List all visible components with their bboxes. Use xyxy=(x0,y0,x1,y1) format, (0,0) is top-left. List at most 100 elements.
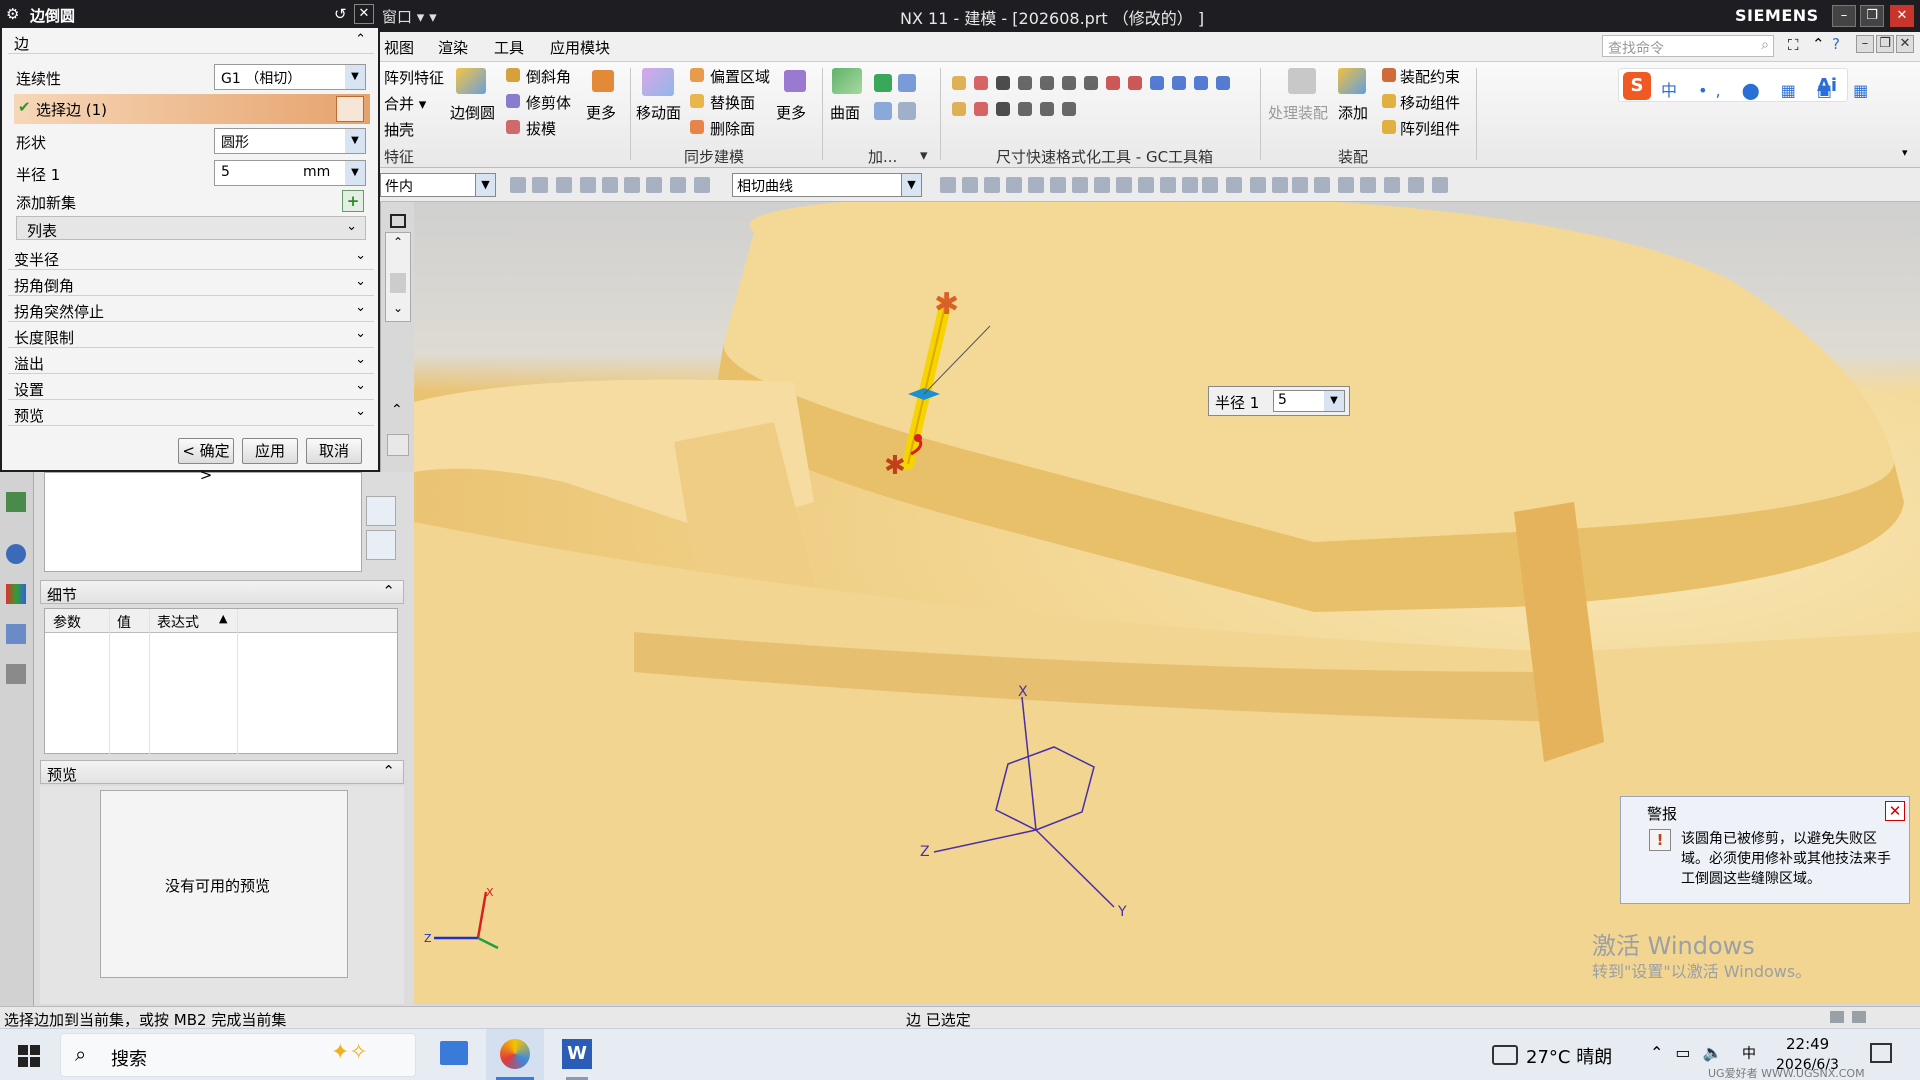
system-materials-icon[interactable] xyxy=(6,664,26,684)
analysis-icon[interactable] xyxy=(898,74,916,92)
toolbar-tool-icon[interactable] xyxy=(1006,177,1022,193)
menu-tools[interactable]: 工具 xyxy=(494,37,524,58)
menu-render[interactable]: 渲染 xyxy=(438,37,468,58)
gc-tool-icon[interactable] xyxy=(1172,76,1186,90)
toolbar-tool-icon[interactable] xyxy=(532,177,548,193)
gc-tool-icon[interactable] xyxy=(1062,102,1076,116)
toolbar-tool-icon[interactable] xyxy=(1182,177,1198,193)
chamfer-button[interactable]: 倒斜角 xyxy=(526,66,571,87)
offset-region-button[interactable]: 偏置区域 xyxy=(710,66,770,87)
toolbar-tool-icon[interactable] xyxy=(1338,177,1354,193)
help-icon[interactable]: ? xyxy=(1832,35,1840,53)
edge-start-marker[interactable]: ✱ xyxy=(884,451,906,481)
maximize-panel-icon[interactable] xyxy=(390,214,406,228)
toolbar-tool-icon[interactable] xyxy=(1050,177,1066,193)
search-icon[interactable]: ⌕ xyxy=(1761,37,1769,53)
panel-search-icon[interactable] xyxy=(387,434,409,456)
toolbar-tool-icon[interactable] xyxy=(556,177,572,193)
inner-close-button[interactable]: ✕ xyxy=(1896,35,1914,53)
array-feature-button[interactable]: 阵列特征 xyxy=(384,67,444,88)
toolbar-tool-icon[interactable] xyxy=(1272,177,1288,193)
app-icon-nx[interactable] xyxy=(486,1029,544,1080)
clock-time[interactable]: 22:49 xyxy=(1786,1035,1829,1053)
expand-chevron-icon[interactable]: ⌄ xyxy=(355,404,366,419)
toolbar-tool-icon[interactable] xyxy=(1028,177,1044,193)
command-search-input[interactable]: 查找命令 ⌕ xyxy=(1602,35,1774,57)
ime-status-icons[interactable]: 中 •, ⬤ ▦ ▣ ▦ xyxy=(1661,77,1876,101)
start-button[interactable] xyxy=(18,1045,40,1067)
gc-tool-icon[interactable] xyxy=(1150,76,1164,90)
toolbar-tool-icon[interactable] xyxy=(1250,177,1266,193)
cancel-button[interactable]: 取消 xyxy=(306,438,362,464)
palette-icon[interactable] xyxy=(6,584,26,604)
unite-button[interactable]: 合并 ▾ xyxy=(384,93,426,114)
scroll-down-icon[interactable]: ⌄ xyxy=(393,301,403,315)
chevron-down-icon[interactable]: ⌄ xyxy=(346,219,357,234)
quick-access-window-menu[interactable]: 窗口 ▾ ▾ xyxy=(382,6,437,27)
weather-icon[interactable] xyxy=(1492,1045,1518,1065)
dialog-title-bar[interactable]: ⚙ 边倒圆 ↺ ✕ xyxy=(2,2,378,28)
expand-chevron-icon[interactable]: ⌄ xyxy=(355,300,366,315)
toolbar-tool-icon[interactable] xyxy=(1360,177,1376,193)
toolbar-tool-icon[interactable] xyxy=(940,177,956,193)
add-component-button[interactable]: 添加 xyxy=(1338,102,1368,123)
details-panel-header[interactable]: 细节 ⌃ xyxy=(40,580,404,604)
scroll-up-icon[interactable]: ⌃ xyxy=(393,235,403,249)
expand-chevron-icon[interactable]: ⌄ xyxy=(355,274,366,289)
surface-tool2-icon[interactable] xyxy=(898,102,916,120)
gc-tool-icon[interactable] xyxy=(996,102,1010,116)
radius-callout[interactable]: 半径 1 5 ▼ xyxy=(1208,386,1350,416)
gc-tool-icon[interactable] xyxy=(974,102,988,116)
section-collapsed-header[interactable]: 拐角倒角 ⌄ xyxy=(8,272,374,296)
status-icon[interactable] xyxy=(1852,1011,1866,1023)
inner-minimize-button[interactable]: – xyxy=(1856,35,1874,53)
delete-face-button[interactable]: 删除面 xyxy=(710,118,755,139)
collapse-chevron-icon[interactable]: ⌃ xyxy=(355,32,366,47)
menu-view[interactable]: 视图 xyxy=(384,37,414,58)
toolbar-tool-icon[interactable] xyxy=(1292,177,1308,193)
expand-chevron-icon[interactable]: ⌄ xyxy=(355,326,366,341)
col-value[interactable]: 值 xyxy=(117,612,131,632)
assembly-constraint-button[interactable]: 装配约束 xyxy=(1400,66,1460,87)
chevron-down-icon[interactable]: ▼ xyxy=(345,161,365,185)
gc-tool-icon[interactable] xyxy=(1062,76,1076,90)
dialog-close-icon[interactable]: ✕ xyxy=(354,4,374,24)
add-set-icon[interactable]: + xyxy=(342,190,364,212)
toolbar-tool-icon[interactable] xyxy=(1314,177,1330,193)
app-icon-explorer[interactable] xyxy=(440,1041,468,1065)
app-icon-word[interactable]: W xyxy=(562,1039,592,1069)
toolbar-tool-icon[interactable] xyxy=(1116,177,1132,193)
status-icon[interactable] xyxy=(1830,1011,1844,1023)
selection-scope-combo[interactable]: 件内 ▼ xyxy=(380,173,496,197)
gear-icon[interactable]: ⚙ xyxy=(6,5,19,23)
sync-more-button[interactable]: 更多 xyxy=(776,102,806,123)
gc-tool-icon[interactable] xyxy=(1040,76,1054,90)
chevron-up-icon[interactable]: ⌃ xyxy=(1812,35,1825,53)
more-features-button[interactable]: 更多 xyxy=(586,102,616,123)
gc-tool-icon[interactable] xyxy=(1018,76,1032,90)
ribbon-more-chevron-icon[interactable]: ▾ xyxy=(920,146,928,164)
back-arrow-icon[interactable] xyxy=(366,496,396,526)
toolbar-tool-icon[interactable] xyxy=(670,177,686,193)
gc-tool-icon[interactable] xyxy=(1040,102,1054,116)
edge-blend-button[interactable]: 边倒圆 xyxy=(450,102,495,123)
ai-icon[interactable]: Ai xyxy=(1817,75,1837,96)
expand-chevron-icon[interactable]: ⌄ xyxy=(355,378,366,393)
restore-button[interactable]: ❐ xyxy=(1860,5,1884,27)
toolbar-tool-icon[interactable] xyxy=(1072,177,1088,193)
roles-icon[interactable] xyxy=(6,624,26,644)
dependency-list[interactable] xyxy=(44,472,362,572)
details-table[interactable]: 参数 值 表达式 ▲ xyxy=(44,608,398,755)
inner-restore-button[interactable]: ❐ xyxy=(1876,35,1894,53)
expand-chevron-icon[interactable]: ⌄ xyxy=(355,248,366,263)
chevron-down-icon[interactable]: ▼ xyxy=(475,174,495,196)
gc-tool-icon[interactable] xyxy=(996,76,1010,90)
taskbar-search-box[interactable]: ⌕ 搜索 ✦✧ xyxy=(60,1033,416,1077)
notification-icon[interactable] xyxy=(1870,1043,1892,1063)
tray-icons[interactable]: ⌃▭🔈 xyxy=(1650,1043,1734,1062)
edge-end-marker[interactable]: ✱ xyxy=(934,287,959,322)
continuity-select[interactable]: G1 （相切） ▼ xyxy=(214,64,366,90)
radius-callout-input[interactable]: 5 ▼ xyxy=(1273,390,1345,412)
section-collapsed-header[interactable]: 长度限制 ⌄ xyxy=(8,324,374,348)
gc-tool-icon[interactable] xyxy=(974,76,988,90)
